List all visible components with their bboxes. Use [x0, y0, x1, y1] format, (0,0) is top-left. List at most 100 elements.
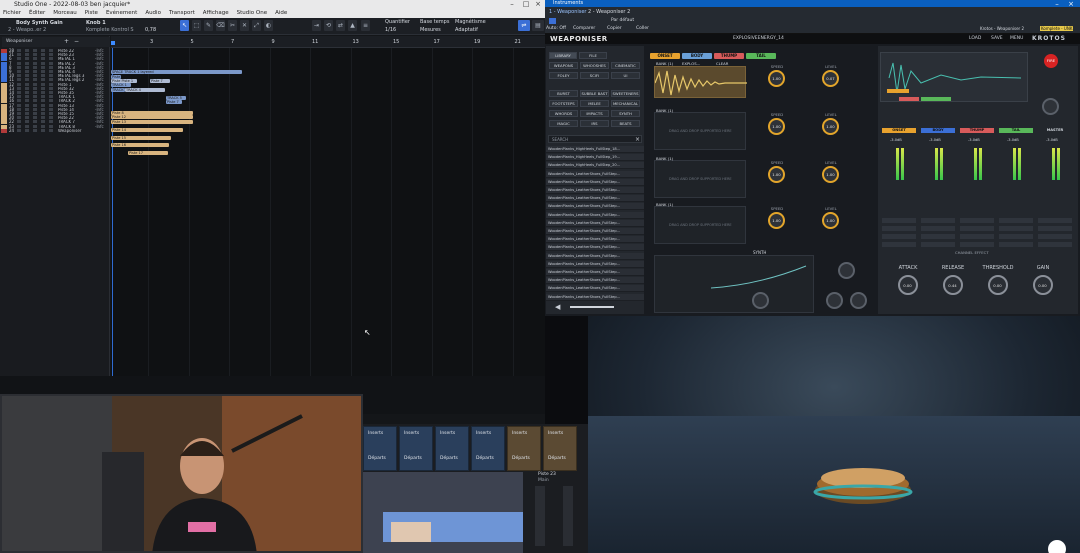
- solo-icon[interactable]: [25, 74, 29, 78]
- departs-label[interactable]: Départs: [548, 456, 566, 461]
- file-list-item[interactable]: WoodenPlanks_LeatherShoes_FullStep...: [546, 260, 644, 268]
- mute-icon[interactable]: [17, 57, 21, 61]
- power-icon[interactable]: [549, 18, 556, 24]
- solo-icon[interactable]: [25, 128, 29, 132]
- browser-icon[interactable]: ▤: [532, 20, 544, 31]
- departs-label[interactable]: Départs: [368, 456, 386, 461]
- file-list-item[interactable]: WoodenPlanks_LeatherShoes_FullStep...: [546, 195, 644, 203]
- mute-icon[interactable]: [17, 49, 21, 52]
- menu-studio-one[interactable]: Studio One: [237, 9, 267, 18]
- mute-icon[interactable]: [17, 74, 21, 78]
- arrange-area[interactable]: [111, 36, 545, 376]
- inserts-label[interactable]: Inserts: [404, 431, 419, 436]
- automation-icon[interactable]: [49, 70, 53, 73]
- remove-track-icon[interactable]: −: [74, 38, 79, 45]
- bend-tool-icon[interactable]: ⤢: [252, 20, 261, 31]
- host-mode[interactable]: Komplete - UNK: [1040, 26, 1074, 31]
- compare-button[interactable]: Comparer: [573, 26, 595, 31]
- close-icon[interactable]: ×: [531, 0, 545, 9]
- file-list-item[interactable]: WoodenPlanks_LeatherShoes_FullStep...: [546, 285, 644, 293]
- category-button[interactable]: WHORDS: [549, 110, 578, 117]
- split-tool-icon[interactable]: ✂: [228, 20, 237, 31]
- record-icon[interactable]: [33, 49, 37, 52]
- automation-icon[interactable]: [49, 57, 53, 61]
- layer-tab[interactable]: THUMP: [714, 53, 744, 59]
- monitor-icon[interactable]: [41, 124, 45, 128]
- solo-icon[interactable]: [25, 120, 29, 124]
- preview-volume-slider[interactable]: [570, 306, 614, 308]
- effect-slot[interactable]: [921, 218, 955, 223]
- record-icon[interactable]: [33, 116, 37, 120]
- inserts-label[interactable]: Inserts: [548, 431, 563, 436]
- synth-knob[interactable]: [752, 292, 769, 309]
- effect-slot[interactable]: [882, 242, 916, 247]
- category-button[interactable]: WHOOSHES: [580, 62, 609, 69]
- record-icon[interactable]: [33, 99, 37, 103]
- category-button[interactable]: SWEETENERS: [611, 90, 640, 97]
- monitor-icon[interactable]: [41, 103, 45, 107]
- auto-label[interactable]: Auto: Off: [546, 26, 566, 31]
- menu-audio[interactable]: Audio: [145, 9, 161, 18]
- record-icon[interactable]: [33, 107, 37, 111]
- audio-clip[interactable]: TRACK 1: [111, 83, 131, 87]
- effect-slot[interactable]: [999, 234, 1033, 239]
- menu-morceau[interactable]: Morceau: [53, 9, 77, 18]
- bank-sample-1[interactable]: EXPLOS...: [682, 61, 700, 66]
- monitor-icon[interactable]: [41, 82, 45, 86]
- effect-slot[interactable]: [882, 226, 916, 231]
- overview-waveform[interactable]: [880, 52, 1028, 102]
- record-icon[interactable]: [33, 112, 37, 115]
- solo-icon[interactable]: [25, 103, 29, 107]
- effect-slot[interactable]: [960, 242, 994, 247]
- monitor-icon[interactable]: [41, 99, 45, 103]
- file-list-item[interactable]: WoodenPlanks_HighHeels_FullStep_19...: [546, 154, 644, 162]
- monitor-icon[interactable]: [41, 78, 45, 82]
- snap-icon[interactable]: ≡: [361, 20, 370, 31]
- record-icon[interactable]: [33, 124, 37, 128]
- record-icon[interactable]: [33, 61, 37, 65]
- effect-slot[interactable]: [1038, 242, 1072, 247]
- record-icon[interactable]: [33, 91, 37, 94]
- minimize-icon[interactable]: –: [505, 0, 519, 9]
- effect-slot[interactable]: [960, 218, 994, 223]
- departs-label[interactable]: Départs: [440, 456, 458, 461]
- category-button[interactable]: UI: [611, 72, 640, 79]
- menu-editer[interactable]: Éditer: [29, 9, 45, 18]
- menu-button[interactable]: MENU: [1010, 36, 1023, 41]
- automation-icon[interactable]: [49, 78, 53, 82]
- audio-clip[interactable]: Piste 15: [111, 136, 171, 140]
- mute-icon[interactable]: [17, 86, 21, 90]
- mute-icon[interactable]: [17, 124, 21, 128]
- effect-slot[interactable]: [999, 242, 1033, 247]
- file-list-item[interactable]: WoodenPlanks_HighHeels_FullStep_20...: [546, 162, 644, 170]
- monitor-icon[interactable]: [41, 116, 45, 120]
- departs-label[interactable]: Départs: [476, 456, 494, 461]
- solo-icon[interactable]: [25, 107, 29, 111]
- range-tool-icon[interactable]: ⬚: [192, 20, 201, 31]
- search-clear-icon[interactable]: ×: [635, 136, 640, 143]
- automation-icon[interactable]: [49, 120, 53, 124]
- effect-slot[interactable]: [1038, 226, 1072, 231]
- record-icon[interactable]: [33, 70, 37, 73]
- mute-icon[interactable]: [17, 70, 21, 73]
- category-button[interactable]: BEATS: [611, 120, 640, 127]
- track-select[interactable]: 1 - Weaponiser: [549, 9, 586, 15]
- monitor-icon[interactable]: [41, 49, 45, 52]
- automation-icon[interactable]: [49, 61, 53, 65]
- menu-aide[interactable]: Aide: [275, 9, 287, 18]
- mixer-header[interactable]: BODY: [921, 128, 955, 133]
- mute-icon[interactable]: [17, 61, 21, 65]
- automation-icon[interactable]: [49, 128, 53, 132]
- effect-slot[interactable]: [921, 226, 955, 231]
- category-button[interactable]: SUBBLE BAST: [580, 90, 609, 97]
- synth-knob-2[interactable]: [826, 292, 843, 309]
- mute-icon[interactable]: [17, 65, 21, 69]
- copy-button[interactable]: Copier: [607, 26, 622, 31]
- file-list-item[interactable]: WoodenPlanks_HighHeels_FullStep_18...: [546, 146, 644, 153]
- mixer-header[interactable]: ONSET: [882, 128, 916, 133]
- snap-value[interactable]: Adaptatif: [455, 27, 478, 33]
- search-box[interactable]: SEARCH ×: [548, 135, 642, 143]
- effect-slot[interactable]: [1038, 234, 1072, 239]
- solo-icon[interactable]: [25, 57, 29, 61]
- effect-slot[interactable]: [960, 234, 994, 239]
